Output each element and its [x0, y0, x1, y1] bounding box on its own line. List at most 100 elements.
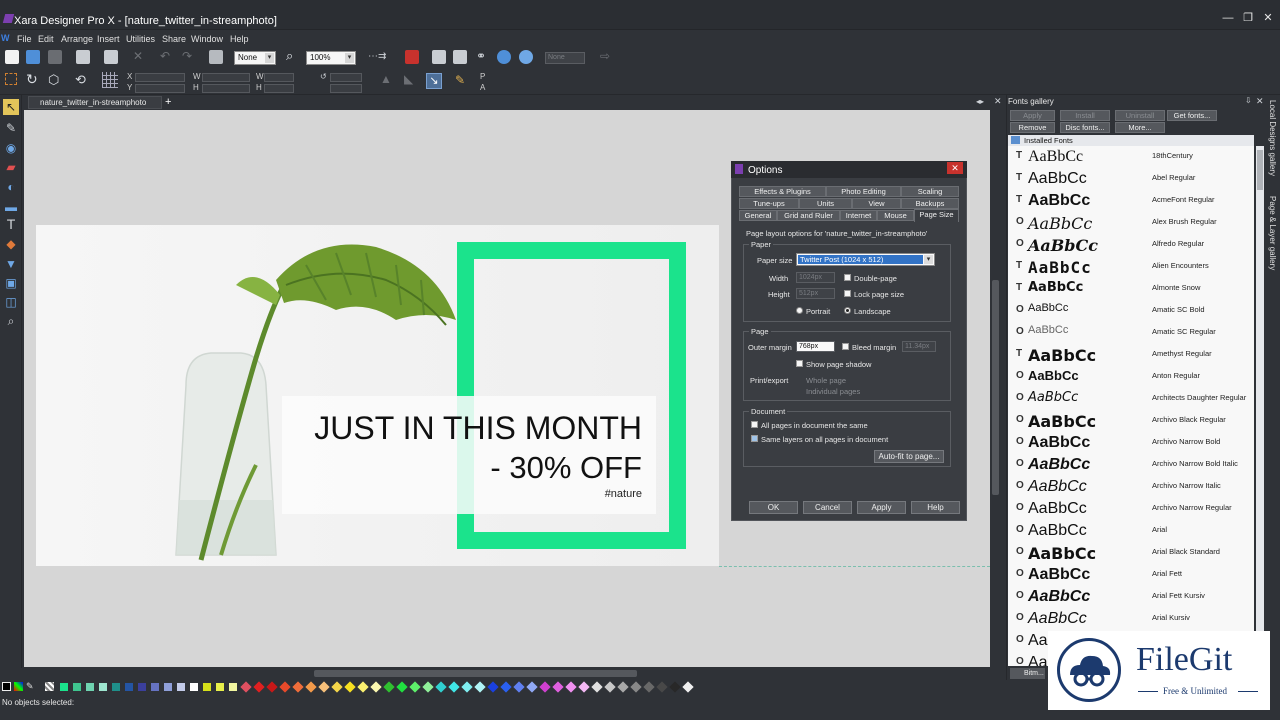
menu-edit[interactable]: Edit	[38, 34, 54, 44]
color-swatch[interactable]	[99, 683, 107, 691]
font-row[interactable]: T AaBbCc AcmeFont Regular	[1008, 190, 1254, 212]
transparency-icon[interactable]	[209, 50, 223, 64]
new-tab-button[interactable]: +	[165, 96, 171, 108]
font-list[interactable]: T AaBbCc 18thCentury T AaBbCc Abel Regular T Aa…	[1008, 146, 1254, 666]
apply-button[interactable]: Apply	[857, 501, 906, 514]
y-field[interactable]	[135, 84, 185, 93]
apply-font-button[interactable]: Apply	[1010, 110, 1055, 121]
color-swatch[interactable]	[60, 683, 68, 691]
paper-size-select[interactable]: Twitter Post (1024 x 512) ▾	[796, 253, 935, 266]
menu-share[interactable]: Share	[162, 34, 186, 44]
no-color-swatch[interactable]	[2, 682, 11, 691]
transparent-swatch[interactable]	[45, 682, 54, 691]
magnet-icon[interactable]	[405, 50, 419, 64]
font-row[interactable]: O AaBbCc Archivo Narrow Bold Italic	[1008, 454, 1254, 476]
web-preview-icon[interactable]	[497, 50, 511, 64]
font-row[interactable]: O AaBbCc Arial Fett Kursiv	[1008, 586, 1254, 608]
gallery-close-icon[interactable]: ✕	[1256, 96, 1264, 107]
tab-photo-editing[interactable]: Photo Editing	[826, 186, 901, 197]
font-row[interactable]: T AaBbCc Abel Regular	[1008, 168, 1254, 190]
local-designs-gallery-tab[interactable]: Local Designs gallery	[1268, 100, 1277, 176]
contour-tool-icon[interactable]: ◐	[3, 179, 19, 195]
bevel-tool-icon[interactable]: ◫	[3, 294, 19, 310]
x-field[interactable]	[135, 73, 185, 82]
tab-tune-ups[interactable]: Tune-ups	[739, 198, 799, 209]
open-icon[interactable]	[26, 50, 40, 64]
remove-font-button[interactable]: Remove	[1010, 122, 1055, 133]
ok-button[interactable]: OK	[749, 501, 798, 514]
node-tool-icon[interactable]: ✎	[3, 120, 19, 136]
width-input[interactable]: 1024px	[796, 272, 835, 283]
help-button[interactable]: Help	[911, 501, 960, 514]
portrait-radio[interactable]	[796, 307, 803, 314]
color-swatch[interactable]	[216, 683, 224, 691]
tab-internet[interactable]: Internet	[840, 210, 877, 221]
color-swatch[interactable]	[86, 683, 94, 691]
disc-fonts-button[interactable]: Disc fonts...	[1060, 122, 1110, 133]
font-row[interactable]: O AaBbCc Arial Black Standard	[1008, 542, 1254, 564]
more-fonts-button[interactable]: More...	[1115, 122, 1165, 133]
font-row[interactable]: T AaBbCc Alien Encounters	[1008, 256, 1254, 278]
undo-icon[interactable]: ↶	[160, 49, 170, 63]
angle-field[interactable]	[330, 73, 362, 82]
eyedropper-icon[interactable]: ✎	[26, 682, 35, 691]
font-row[interactable]: O AaBbCc Arial Kursiv	[1008, 608, 1254, 630]
redo-icon[interactable]: ↷	[182, 49, 192, 63]
link-icon[interactable]: ⚭	[476, 49, 486, 63]
snap-icon[interactable]: ⋯⇉	[368, 51, 386, 62]
color-swatch[interactable]	[112, 683, 120, 691]
color-swatch[interactable]	[73, 683, 81, 691]
close-icon[interactable]: ✕	[1262, 13, 1274, 24]
page-icon[interactable]	[432, 50, 446, 64]
get-fonts-button[interactable]: Get fonts...	[1167, 110, 1217, 121]
skew-field[interactable]	[330, 84, 362, 93]
font-row[interactable]: T AaBbCc Almonte Snow	[1008, 278, 1254, 300]
fill-tool-icon[interactable]: ◆	[3, 236, 19, 252]
color-swatch[interactable]	[164, 683, 172, 691]
lock-page-size-checkbox[interactable]	[844, 290, 851, 297]
width-field[interactable]	[202, 73, 250, 82]
new-document-icon[interactable]	[5, 50, 19, 64]
shadow-tool-icon[interactable]: ▣	[3, 275, 19, 291]
whole-page-option[interactable]: Whole page	[806, 376, 846, 385]
font-row[interactable]: O AaBbCc Arial	[1008, 520, 1254, 542]
delete-icon[interactable]: ✕	[133, 49, 143, 63]
save-icon[interactable]	[48, 50, 62, 64]
export-icon[interactable]	[453, 50, 467, 64]
color-swatch[interactable]	[203, 683, 211, 691]
double-page-checkbox[interactable]	[844, 274, 851, 281]
tab-general[interactable]: General	[739, 210, 777, 221]
flip-horizontal-icon[interactable]: ▲	[380, 72, 392, 86]
refresh-icon[interactable]: ⟲	[75, 72, 86, 88]
zoom-tool-icon[interactable]: ⌕	[3, 313, 19, 329]
individual-pages-option[interactable]: Individual pages	[806, 387, 860, 396]
font-row[interactable]: O AaBbCc Archivo Black Regular	[1008, 410, 1254, 432]
show-page-shadow-checkbox[interactable]	[796, 360, 803, 367]
color-picker-icon[interactable]	[14, 682, 23, 691]
tab-view[interactable]: View	[852, 198, 901, 209]
zoom-select[interactable]: 100% ▾	[306, 51, 356, 65]
font-row[interactable]: O AaBbCc Amatic SC Bold	[1008, 300, 1254, 322]
menu-insert[interactable]: Insert	[97, 34, 120, 44]
font-row[interactable]: O AaBbCc Archivo Narrow Regular	[1008, 498, 1254, 520]
eraser-tool-icon[interactable]: ▰	[3, 159, 19, 175]
font-row[interactable]: O AaBbCc Archivo Narrow Bold	[1008, 432, 1254, 454]
tab-scroll-icon[interactable]: ◂▸	[976, 97, 984, 106]
menu-arrange[interactable]: Arrange	[61, 34, 93, 44]
color-swatch[interactable]	[190, 683, 198, 691]
color-swatch[interactable]	[125, 683, 133, 691]
dialog-close-button[interactable]: ✕	[947, 162, 963, 174]
outer-margin-input[interactable]: 768px	[796, 341, 835, 352]
font-row[interactable]: O AaBbCc Amatic SC Regular	[1008, 322, 1254, 344]
font-list-scroll-thumb[interactable]	[1257, 150, 1263, 190]
menu-file[interactable]: File	[17, 34, 32, 44]
install-font-button[interactable]: Install	[1060, 110, 1110, 121]
paste-icon[interactable]	[104, 50, 118, 64]
color-swatch[interactable]	[229, 683, 237, 691]
rectangle-tool-icon[interactable]: ▬	[3, 199, 19, 215]
menu-utilities[interactable]: Utilities	[126, 34, 155, 44]
close-document-icon[interactable]: ✕	[994, 96, 1002, 107]
menu-window[interactable]: Window	[191, 34, 223, 44]
page-layer-gallery-tab[interactable]: Page & Layer gallery	[1268, 196, 1277, 270]
flip-vertical-icon[interactable]: ◣	[404, 72, 413, 86]
